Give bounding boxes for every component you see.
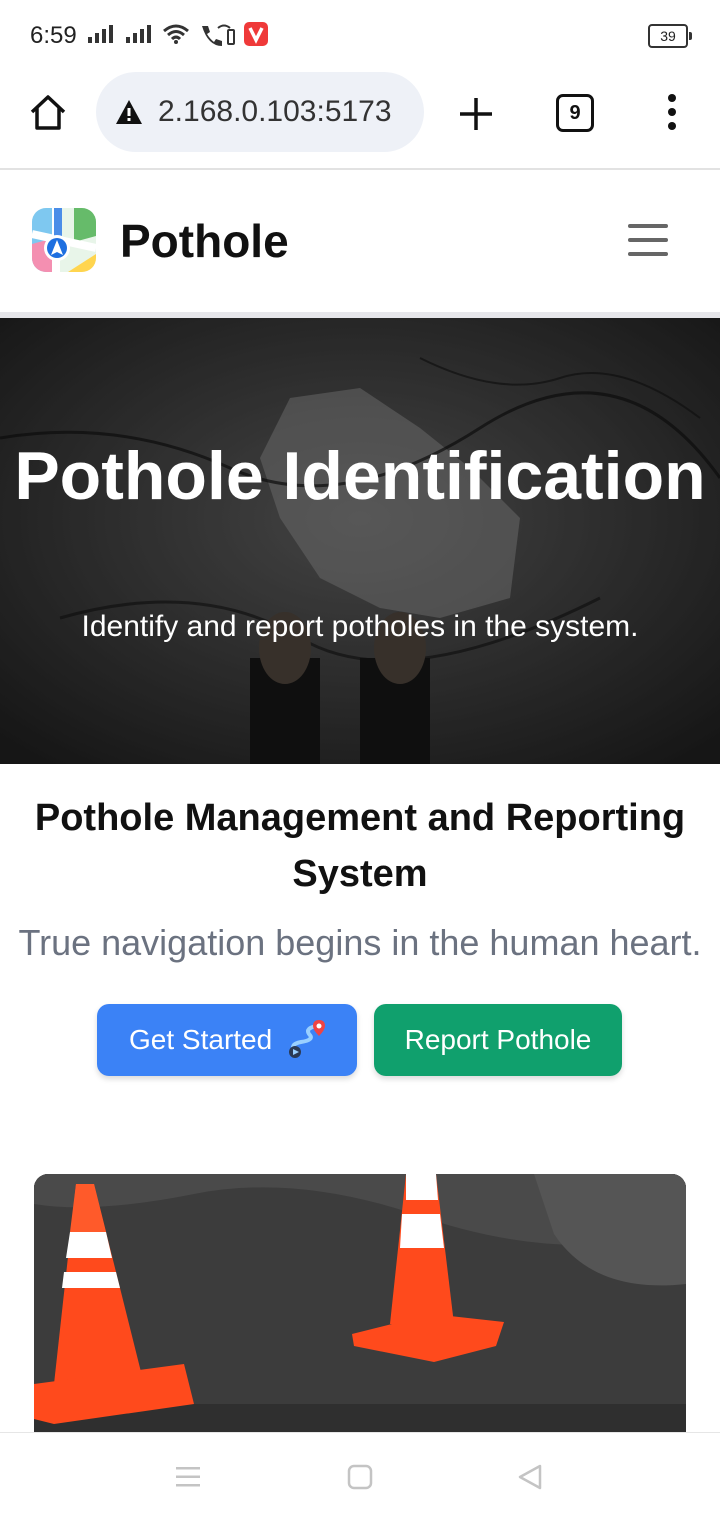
new-tab-plus-icon[interactable] bbox=[456, 94, 496, 134]
url-text[interactable]: 2.168.0.103:5173 bbox=[158, 95, 392, 129]
home-square-icon[interactable] bbox=[346, 1463, 374, 1491]
brand-name[interactable]: Pothole bbox=[120, 214, 289, 268]
wifi-icon bbox=[163, 24, 189, 44]
status-icons bbox=[86, 22, 268, 46]
cones-image-card bbox=[34, 1174, 686, 1440]
tab-switcher-button[interactable]: 9 bbox=[556, 94, 594, 132]
vivaldi-icon bbox=[244, 22, 268, 46]
recents-icon[interactable] bbox=[174, 1463, 202, 1491]
report-pothole-button[interactable]: Report Pothole bbox=[374, 1004, 622, 1076]
hero-title: Pothole Identification bbox=[14, 438, 706, 514]
more-vert-icon[interactable] bbox=[664, 92, 680, 132]
route-icon bbox=[289, 1020, 325, 1058]
address-bar[interactable]: 2.168.0.103:5173 bbox=[96, 72, 424, 152]
status-time: 6:59 bbox=[30, 22, 77, 49]
hamburger-menu-icon[interactable] bbox=[626, 220, 670, 260]
get-started-button[interactable]: Get Started bbox=[97, 1004, 357, 1076]
hero-banner: Pothole Identification Identify and repo… bbox=[0, 318, 720, 764]
signal-icon bbox=[126, 25, 151, 43]
system-nav-bar bbox=[0, 1432, 720, 1521]
get-started-label: Get Started bbox=[129, 1024, 273, 1055]
status-bar: 6:59 39 bbox=[0, 0, 720, 72]
wifi-call-icon bbox=[202, 24, 235, 46]
browser-toolbar: 2.168.0.103:5173 9 bbox=[0, 72, 720, 170]
hero-pothole-photo bbox=[0, 318, 720, 764]
app-navbar: Pothole bbox=[0, 170, 720, 318]
battery-indicator: 39 bbox=[648, 24, 692, 48]
section-title: Pothole Management and Reporting System bbox=[34, 797, 686, 895]
home-icon[interactable] bbox=[28, 92, 68, 132]
back-triangle-icon[interactable] bbox=[516, 1463, 544, 1491]
maps-logo-icon[interactable] bbox=[32, 208, 96, 272]
signal-icon bbox=[88, 25, 113, 43]
hero-subtitle: Identify and report potholes in the syst… bbox=[81, 610, 639, 643]
traffic-cones-photo bbox=[34, 1174, 686, 1440]
tagline: True navigation begins in the human hear… bbox=[18, 922, 702, 963]
not-secure-warning-icon[interactable] bbox=[114, 97, 144, 127]
